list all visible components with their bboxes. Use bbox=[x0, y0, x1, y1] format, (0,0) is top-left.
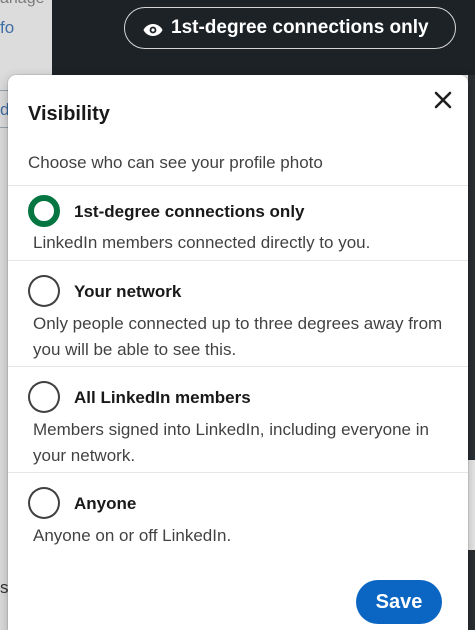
visibility-pill-button[interactable]: 1st-degree connections only bbox=[124, 7, 456, 49]
option-1st-degree-connections[interactable]: 1st-degree connections only LinkedIn mem… bbox=[8, 185, 468, 260]
radio-button-selected[interactable] bbox=[28, 195, 60, 227]
option-description: Anyone on or off LinkedIn. bbox=[33, 526, 232, 545]
radio-button[interactable] bbox=[28, 381, 60, 413]
option-label: Your network bbox=[74, 282, 182, 301]
eye-icon bbox=[143, 21, 163, 36]
modal-subtitle: Choose who can see your profile photo bbox=[28, 153, 323, 172]
option-label: All LinkedIn members bbox=[74, 388, 251, 407]
option-description: Members signed into LinkedIn, including … bbox=[33, 420, 429, 465]
option-all-linkedin-members[interactable]: All LinkedIn members Members signed into… bbox=[8, 366, 468, 472]
background-right-edge bbox=[468, 75, 475, 630]
visibility-modal: Visibility Choose who can see your profi… bbox=[8, 75, 468, 630]
close-icon bbox=[434, 91, 452, 109]
radio-button[interactable] bbox=[28, 487, 60, 519]
close-button[interactable] bbox=[430, 87, 456, 113]
background-text-fragment: anage bbox=[0, 0, 52, 8]
background-right-chip bbox=[468, 460, 475, 550]
modal-title: Visibility bbox=[28, 103, 110, 125]
option-label: Anyone bbox=[74, 494, 137, 513]
option-your-network[interactable]: Your network Only people connected up to… bbox=[8, 260, 468, 366]
option-label: 1st-degree connections only bbox=[74, 202, 305, 221]
option-anyone[interactable]: Anyone Anyone on or off LinkedIn. bbox=[8, 472, 468, 552]
visibility-pill-label: 1st-degree connections only bbox=[171, 17, 429, 38]
visibility-options: 1st-degree connections only LinkedIn mem… bbox=[8, 185, 468, 552]
option-description: LinkedIn members connected directly to y… bbox=[33, 233, 371, 252]
option-description: Only people connected up to three degree… bbox=[33, 314, 443, 359]
save-button[interactable]: Save bbox=[356, 580, 442, 624]
background-link-fragment: fo bbox=[0, 18, 15, 37]
modal-header: Visibility bbox=[8, 75, 468, 145]
radio-button[interactable] bbox=[28, 275, 60, 307]
background-topbar: 1st-degree connections only bbox=[52, 0, 475, 75]
